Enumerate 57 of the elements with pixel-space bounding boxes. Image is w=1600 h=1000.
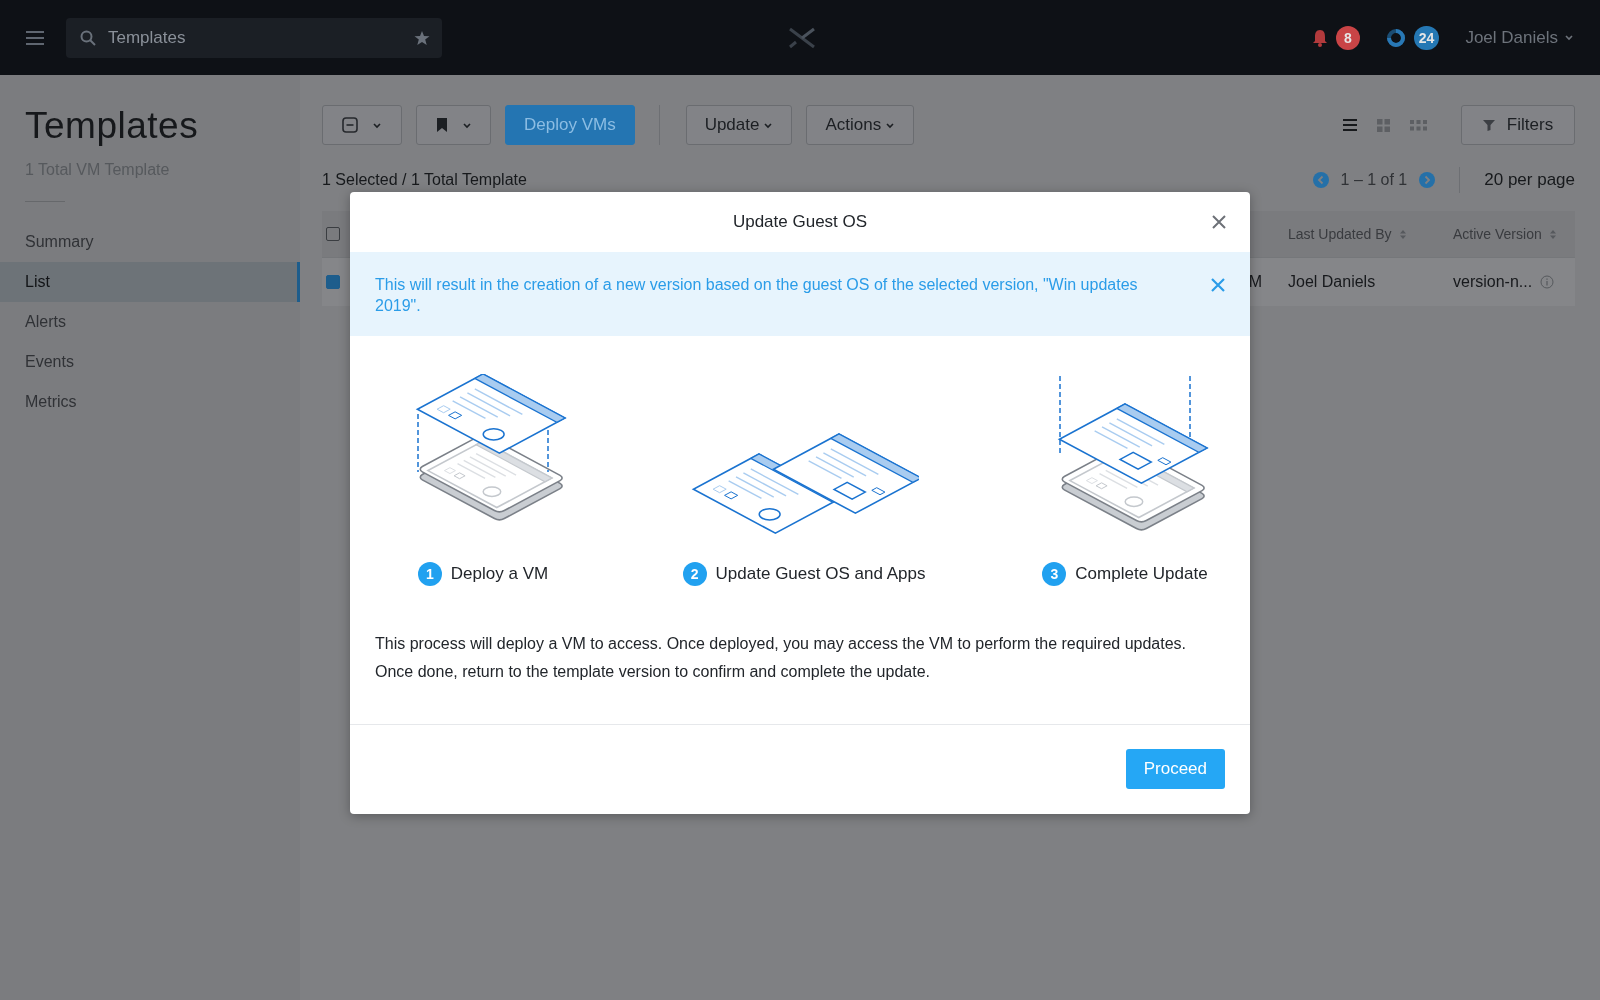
sidebar-item[interactable]: Events (0, 342, 300, 382)
banner-message: This will result in the creation of a new version based on the guest OS of the selected version, "Win updates 2019". (375, 275, 1139, 316)
sort-icon (1549, 229, 1556, 239)
menu-button[interactable]: Actions (806, 105, 915, 145)
table-cell: version-n... (1453, 273, 1533, 291)
step-number: 1 (417, 562, 442, 586)
caret-icon (461, 120, 472, 130)
sidebar-item[interactable]: Alerts (0, 302, 300, 342)
checkbox[interactable] (326, 275, 340, 289)
tile-view-icon[interactable] (1410, 119, 1427, 131)
step-label: Update Guest OS and Apps (715, 564, 926, 584)
step-number: 3 (1042, 562, 1067, 586)
caret-icon (1564, 33, 1574, 42)
ring-icon[interactable] (1385, 27, 1406, 48)
sidebar-item[interactable]: List (0, 262, 300, 302)
sidebar-item[interactable]: Metrics (0, 382, 300, 422)
bookmark-icon (435, 117, 448, 133)
caret-icon (885, 120, 896, 130)
per-page-menu[interactable]: 20 per page (1484, 170, 1575, 190)
sort-icon (1399, 229, 1406, 239)
table-cell: Joel Daniels (1288, 273, 1376, 291)
column-header[interactable]: Last Updated By (1288, 226, 1406, 242)
caret-icon (763, 120, 774, 130)
checkbox-minus-icon (342, 117, 358, 133)
page-range: 1 – 1 of 1 (1340, 171, 1408, 189)
list-view-icon[interactable] (1343, 119, 1357, 131)
count-badge[interactable]: 8 (1335, 25, 1360, 50)
proceed-button[interactable]: Proceed (1125, 749, 1225, 789)
star-icon[interactable] (414, 29, 430, 46)
filters-button[interactable]: Filters (1461, 105, 1575, 145)
close-icon[interactable] (1211, 278, 1225, 292)
description: This process will deploy a VM to access. Once deployed, you may access the VM to perform the required updates. Once done, return to the template version to confirm and complete the update. (350, 586, 1250, 725)
search-field[interactable]: Templates (66, 17, 442, 58)
select-menu-button[interactable] (322, 105, 402, 145)
checkbox[interactable] (326, 227, 340, 241)
sidebar-item[interactable]: Summary (0, 222, 300, 262)
step-label: Complete Update (1075, 564, 1208, 584)
table-cell: M (1248, 273, 1262, 291)
step-label: Deploy a VM (450, 564, 549, 584)
bell-icon[interactable] (1311, 28, 1328, 47)
caret-icon (372, 120, 382, 130)
page-title: Templates (24, 105, 200, 147)
user-menu[interactable]: Joel Daniels (1465, 27, 1574, 48)
column-header[interactable]: Active Version (1453, 226, 1556, 242)
bookmark-menu-button[interactable] (416, 105, 491, 145)
grid-view-icon[interactable] (1377, 118, 1390, 132)
close-icon[interactable] (1212, 215, 1226, 229)
deploy-button[interactable]: Deploy VMs (505, 105, 635, 145)
filter-icon (1482, 119, 1495, 131)
step-number: 2 (682, 562, 707, 586)
dialog-title: Update Guest OS (732, 212, 868, 232)
selection-summary: 1 Selected / 1 Total Template (322, 171, 527, 189)
logo-icon (787, 26, 816, 49)
menu-button[interactable]: Update (685, 105, 793, 145)
info-icon[interactable] (1540, 275, 1555, 289)
menu-icon[interactable] (26, 29, 44, 46)
count-badge[interactable]: 24 (1413, 25, 1440, 50)
